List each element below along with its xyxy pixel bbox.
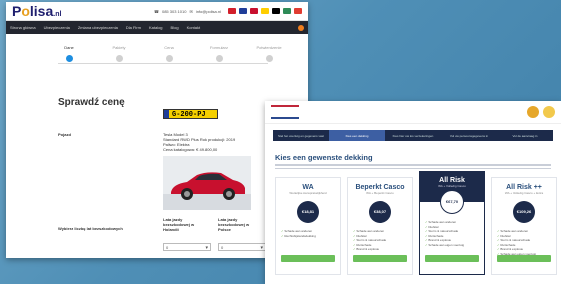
vehicle-label: Pojazd <box>58 132 71 137</box>
coverage-card[interactable]: Beperkt CascoWA + Beperkt Casco €38,07 Sch… <box>347 177 413 275</box>
select-coverage-button[interactable] <box>425 255 479 262</box>
select-coverage-button[interactable] <box>353 255 407 262</box>
step-confirmation: Potwierdzenie <box>246 45 292 62</box>
price-badge: €67,70 <box>440 190 464 214</box>
rating-badge-icon <box>527 106 539 118</box>
dekking-screenshot: Stel het voertuig en gegevens vast Kies … <box>265 101 561 284</box>
nav-item-blog[interactable]: Blog <box>171 25 179 30</box>
step-data: Dane <box>46 45 92 62</box>
nav-item-home[interactable]: Strona główna <box>10 25 36 30</box>
coverage-card[interactable]: All Risk ++ WA + Volledig Casco + Extra €1… <box>491 177 557 275</box>
page-title: Kies een gewenste dekking <box>275 153 373 162</box>
feature-item: Schade aan eigen voertuig <box>425 243 479 248</box>
card-subtitle: WA + Volledig Casco <box>438 184 466 188</box>
contact-bar: ☎ 085 303 1010 ✉ info@polisa.nl <box>154 8 302 14</box>
main-nav: Strona główna Ubezpieczenia Zmiana ubezp… <box>6 21 308 34</box>
tab-personal-data[interactable]: Vul uw persoonsgegevens in <box>441 130 497 141</box>
polisa-header: Polisa.nl ☎ 085 303 1010 ✉ info@polisa.n… <box>6 2 308 21</box>
nav-item-change-insurance[interactable]: Zmiana ubezpieczenia <box>78 25 118 30</box>
pl-years-label: Lata jazdy bezszkodowej w Polsce <box>218 217 250 232</box>
price-badge: €18,81 <box>297 201 319 223</box>
feature-item: Rechtsbijstandsdekking <box>281 234 335 239</box>
price-badge: €38,07 <box>369 201 391 223</box>
flag-3-icon[interactable] <box>261 8 269 14</box>
page-title: Sprawdź cenę <box>58 97 125 108</box>
flag-5-icon[interactable] <box>283 8 291 14</box>
card-subtitle: Wettelijke Aansprakelijkheid <box>289 191 327 195</box>
wizard-tabs: Stel het voertuig en gegevens vast Kies … <box>273 130 553 141</box>
tab-coverage[interactable]: Kies een dekking <box>329 130 385 141</box>
feature-item: Brand & explosie <box>353 247 407 252</box>
feature-list: Schade aan anderenRechtsbijstandsdekking <box>281 229 335 238</box>
brand-logo[interactable] <box>271 105 299 119</box>
card-title: All Risk <box>439 177 465 184</box>
step-form: Formularz <box>196 45 242 62</box>
card-title: WA <box>302 184 314 191</box>
step-line <box>58 63 268 64</box>
feature-list: Schade aan anderenDiefstalStorm & natuur… <box>353 229 407 252</box>
nav-item-insurance[interactable]: Ubezpieczenia <box>44 25 70 30</box>
nl-years-label: Lata jazdy bezszkodowej w Holandii <box>163 217 195 232</box>
feature-list: Schade aan anderenDiefstalStorm & natuur… <box>425 220 479 247</box>
polisa-screenshot: Polisa.nl ☎ 085 303 1010 ✉ info@polisa.n… <box>6 2 308 258</box>
phone-number[interactable]: 085 303 1010 <box>162 9 186 14</box>
pl-years-select[interactable]: 0 <box>218 243 266 252</box>
step-price: Cena <box>146 45 192 62</box>
nl-years-select[interactable]: 0 <box>163 243 211 252</box>
phone-icon: ☎ <box>154 8 159 14</box>
price-badge: €109,26 <box>513 201 535 223</box>
polisa-logo[interactable]: Polisa.nl <box>12 3 61 19</box>
vehicle-info: Tesla Model 3 Standard RWD Plus Rok prod… <box>163 132 236 152</box>
step-packages: Pakiety <box>96 45 142 62</box>
card-header: Beperkt Casco WA + Beperkt Casco <box>348 184 412 195</box>
card-title: Beperkt Casco <box>355 184 405 191</box>
card-subtitle: WA + Volledig Casco + Extra <box>504 191 544 195</box>
tab-extra-insurance[interactable]: Kies hier uw los verzekeringen <box>385 130 441 141</box>
award-badge-icon <box>543 106 555 118</box>
coverage-card[interactable]: WAWettelijke Aansprakelijkheid €18,81 Scha… <box>275 177 341 275</box>
intro-text-lines <box>275 164 551 174</box>
claimfree-label: Wybierz liczbę lat bezszkodowych <box>58 226 123 231</box>
progress-steps: Dane Pakiety Cena Formularz Potwierdzeni… <box>46 40 288 76</box>
language-flags <box>228 8 302 14</box>
dekking-header <box>265 101 561 124</box>
flag-6-icon[interactable] <box>294 8 302 14</box>
nav-item-catalog[interactable]: Katalog <box>149 25 163 30</box>
flag-4-icon[interactable] <box>272 8 280 14</box>
flag-2-icon[interactable] <box>250 8 258 14</box>
card-header: WA Wettelijke Aansprakelijkheid <box>276 184 340 195</box>
card-title: All Risk ++ <box>506 184 542 191</box>
tab-application[interactable]: Vul de aanvraag in <box>497 130 553 141</box>
license-plate: G-200-PJ <box>163 109 218 119</box>
select-coverage-button[interactable] <box>497 255 551 262</box>
nav-item-business[interactable]: Dla Firm <box>126 25 141 30</box>
card-header: All Risk ++ WA + Volledig Casco + Extra <box>492 184 556 195</box>
nav-item-contact[interactable]: Kontakt <box>187 25 201 30</box>
tab-vehicle[interactable]: Stel het voertuig en gegevens vast <box>273 130 329 141</box>
flag-0-icon[interactable] <box>228 8 236 14</box>
trust-badges <box>527 106 555 118</box>
card-subtitle: WA + Beperkt Casco <box>366 191 394 195</box>
coverage-card[interactable]: All RiskWA + Volledig Casco €67,70 Schade … <box>419 171 485 275</box>
user-icon[interactable] <box>298 24 304 31</box>
flag-1-icon[interactable] <box>239 8 247 14</box>
mail-icon: ✉ <box>189 8 193 14</box>
email-address[interactable]: info@polisa.nl <box>196 9 221 14</box>
select-coverage-button[interactable] <box>281 255 335 262</box>
car-image <box>163 156 251 210</box>
